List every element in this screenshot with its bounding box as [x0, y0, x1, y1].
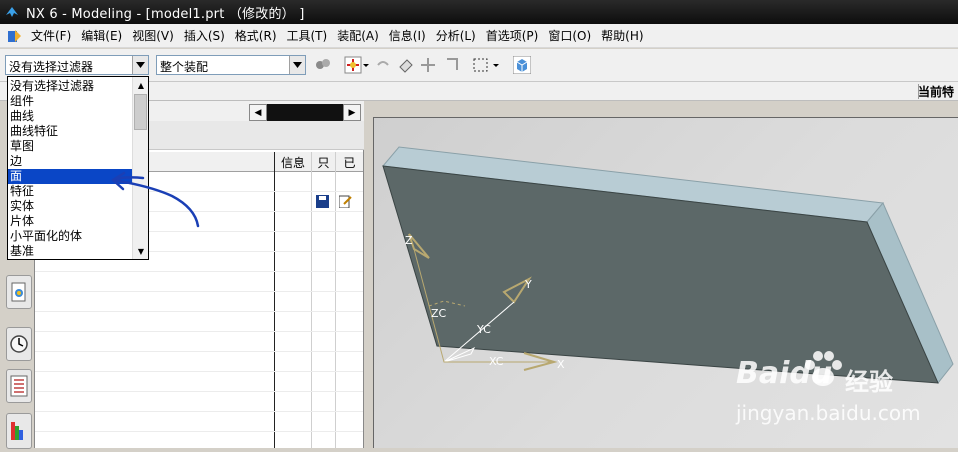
annotation-arrow [111, 171, 200, 228]
